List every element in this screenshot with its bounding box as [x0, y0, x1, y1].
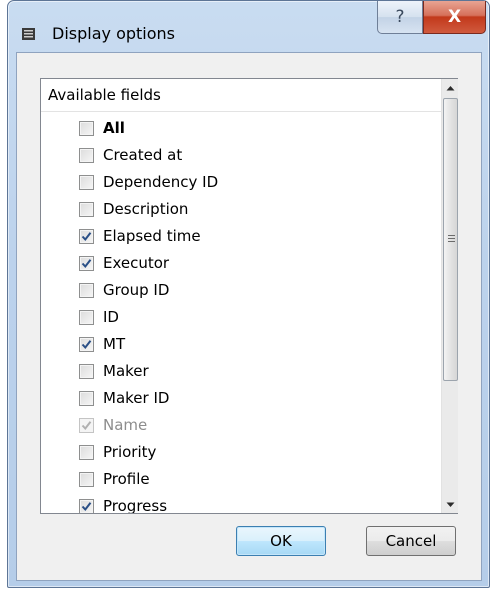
field-item[interactable]: Dependency ID — [41, 170, 441, 197]
field-checkbox[interactable] — [79, 175, 94, 190]
scroll-down-button[interactable] — [442, 496, 459, 513]
field-item: Name — [41, 413, 441, 440]
field-label: Progress — [103, 497, 168, 513]
field-checkbox[interactable] — [79, 148, 94, 163]
field-label: Description — [103, 200, 189, 218]
available-fields-list[interactable]: Available fields All Created at Dependency… — [40, 78, 458, 514]
field-item[interactable]: Progress — [41, 494, 441, 513]
check-mark-icon — [81, 259, 92, 269]
chevron-down-icon — [446, 502, 455, 507]
cancel-button[interactable]: Cancel — [366, 526, 456, 556]
field-items: All Created at Dependency ID Description Ela… — [41, 116, 441, 513]
field-checkbox[interactable] — [79, 337, 94, 352]
field-checkbox[interactable] — [79, 121, 94, 136]
field-label: Profile — [103, 470, 150, 488]
field-checkbox[interactable] — [79, 283, 94, 298]
field-label: Group ID — [103, 281, 170, 299]
close-button[interactable]: X — [423, 1, 486, 34]
scroll-up-button[interactable] — [442, 79, 459, 96]
scroll-thumb[interactable] — [443, 98, 458, 381]
field-label: MT — [103, 335, 126, 353]
field-checkbox[interactable] — [79, 310, 94, 325]
field-label: Executor — [103, 254, 170, 272]
field-checkbox[interactable] — [79, 445, 94, 460]
field-item[interactable]: Executor — [41, 251, 441, 278]
field-checkbox[interactable] — [79, 364, 94, 379]
field-checkbox[interactable] — [79, 499, 94, 513]
field-item[interactable]: Profile — [41, 467, 441, 494]
field-label: Name — [103, 416, 148, 434]
ok-button[interactable]: OK — [236, 526, 326, 556]
field-item[interactable]: ID — [41, 305, 441, 332]
field-item[interactable]: Description — [41, 197, 441, 224]
field-label: Maker — [103, 362, 149, 380]
chevron-up-icon — [446, 85, 455, 90]
check-mark-icon — [81, 340, 92, 350]
field-item[interactable]: All — [41, 116, 441, 143]
field-label: Priority — [103, 443, 157, 461]
help-button[interactable]: ? — [377, 1, 423, 34]
field-checkbox[interactable] — [79, 256, 94, 271]
check-mark-icon — [81, 421, 92, 431]
field-item[interactable]: Maker — [41, 359, 441, 386]
field-item[interactable]: Elapsed time — [41, 224, 441, 251]
field-label: Maker ID — [103, 389, 170, 407]
check-mark-icon — [81, 502, 92, 512]
field-checkbox[interactable] — [79, 229, 94, 244]
field-checkbox[interactable] — [79, 472, 94, 487]
dialog-window: Display options ? X Available fields All… — [7, 0, 490, 588]
field-label: All — [103, 119, 125, 137]
app-icon — [22, 28, 35, 40]
field-checkbox — [79, 418, 94, 433]
field-checkbox[interactable] — [79, 202, 94, 217]
vertical-scrollbar[interactable] — [441, 79, 458, 513]
help-icon: ? — [395, 7, 405, 27]
field-label: Dependency ID — [103, 173, 219, 191]
field-label: Elapsed time — [103, 227, 201, 245]
field-item[interactable]: Group ID — [41, 278, 441, 305]
field-item[interactable]: Maker ID — [41, 386, 441, 413]
field-label: Created at — [103, 146, 183, 164]
field-item[interactable]: MT — [41, 332, 441, 359]
field-label: ID — [103, 308, 119, 326]
dialog-body: Available fields All Created at Dependency… — [16, 52, 482, 581]
list-header: Available fields — [41, 79, 441, 112]
dialog-title: Display options — [52, 24, 175, 43]
field-item[interactable]: Priority — [41, 440, 441, 467]
close-icon: X — [447, 7, 462, 27]
check-mark-icon — [81, 232, 92, 242]
field-checkbox[interactable] — [79, 391, 94, 406]
field-item[interactable]: Created at — [41, 143, 441, 170]
